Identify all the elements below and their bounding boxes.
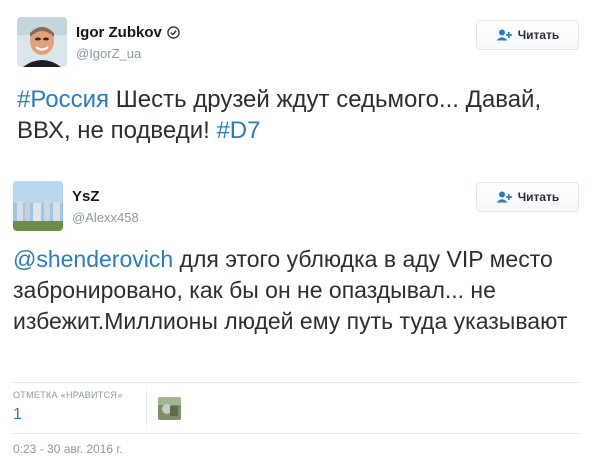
follow-button[interactable]: Читать: [476, 20, 579, 50]
add-user-icon: [496, 191, 512, 203]
user-handle[interactable]: @IgorZ_ua: [76, 46, 141, 61]
avatar[interactable]: [13, 181, 63, 231]
liker-avatar[interactable]: [158, 397, 181, 420]
follow-label: Читать: [517, 190, 560, 204]
stats-separator: [146, 390, 147, 426]
hashtag-link[interactable]: #Россия: [17, 86, 109, 113]
avatar[interactable]: [17, 17, 67, 67]
tweet-card-2: YsZ @Alexx458 Читать @shenderovich для э…: [0, 170, 599, 476]
tweet-text: @shenderovich для этого ублюдка в аду VI…: [13, 244, 579, 337]
timestamp[interactable]: 0:23 - 30 авг. 2016 г.: [13, 442, 123, 456]
display-name-text: Igor Zubkov: [76, 24, 162, 41]
likes-label: ОТМЕТКА «НРАВИТСЯ»: [13, 390, 123, 400]
mention-link[interactable]: @shenderovich: [13, 246, 173, 272]
display-name[interactable]: YsZ: [72, 188, 100, 205]
add-user-icon: [496, 29, 512, 41]
user-handle[interactable]: @Alexx458: [72, 210, 139, 225]
divider: [13, 433, 579, 434]
hashtag-link[interactable]: #D7: [216, 117, 260, 144]
likes-count[interactable]: 1: [13, 406, 22, 424]
tweet-card-1: Igor Zubkov @IgorZ_ua Читать #Россия Шес…: [0, 0, 599, 160]
follow-button[interactable]: Читать: [476, 182, 579, 212]
verified-badge-icon: [167, 26, 180, 39]
divider: [13, 382, 579, 383]
tweet-text: #Россия Шесть друзей ждут седьмого... Да…: [17, 84, 579, 146]
display-name[interactable]: Igor Zubkov: [76, 24, 180, 41]
follow-label: Читать: [517, 28, 560, 42]
